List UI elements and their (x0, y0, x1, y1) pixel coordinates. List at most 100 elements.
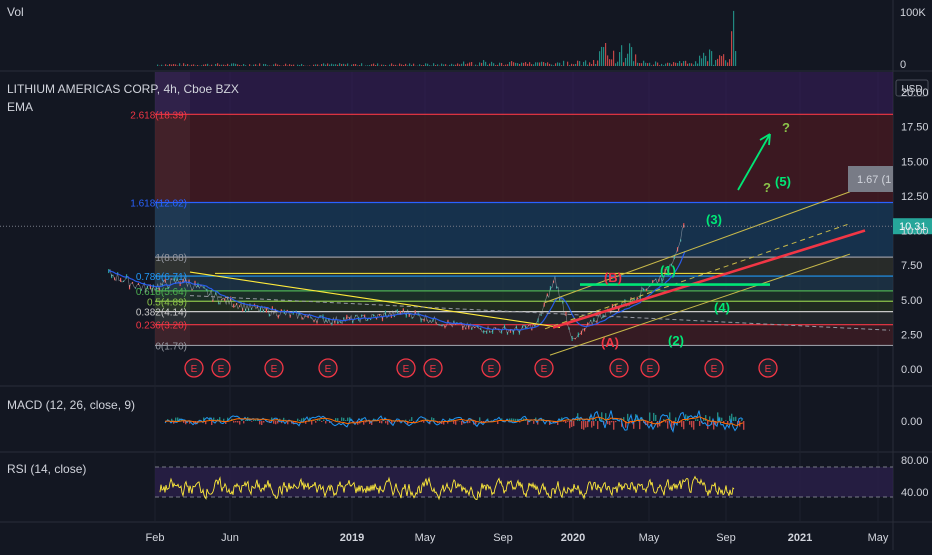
earnings-marker-label: E (765, 364, 772, 375)
time-axis-tick: Sep (716, 532, 736, 544)
earnings-marker-label: E (325, 364, 332, 375)
volume-bar (327, 63, 328, 66)
volume-bar (419, 64, 420, 66)
volume-bar (697, 64, 698, 66)
fib-label: 1.618(12.02) (130, 199, 187, 210)
volume-bar (513, 62, 514, 66)
macd-histogram-bar (261, 421, 262, 425)
macd-histogram-bar (385, 421, 386, 423)
macd-histogram-bar (453, 421, 454, 424)
macd-histogram-bar (569, 421, 570, 428)
volume-bar (367, 65, 368, 66)
macd-histogram-bar (253, 420, 254, 421)
volume-bar (487, 65, 488, 66)
volume-bar (241, 65, 242, 66)
volume-bar (293, 65, 294, 66)
volume-bar (223, 65, 224, 66)
macd-histogram-bar (455, 421, 456, 425)
macd-histogram-bar (315, 421, 316, 423)
ema-indicator-label[interactable]: EMA (7, 100, 33, 114)
fib-zone (155, 312, 893, 325)
macd-histogram-bar (263, 421, 264, 422)
time-axis-tick: 2019 (340, 532, 364, 544)
volume-bar (201, 65, 202, 66)
fib-zone (155, 72, 893, 114)
macd-histogram-bar (657, 421, 658, 427)
volume-bar (553, 65, 554, 66)
volume-bar (191, 65, 192, 66)
volume-bar (437, 64, 438, 66)
volume-bar (457, 63, 458, 66)
volume-bar (529, 62, 530, 66)
earnings-marker-label: E (403, 364, 410, 375)
macd-histogram-bar (601, 412, 602, 421)
macd-label[interactable]: MACD (12, 26, close, 9) (7, 398, 135, 412)
macd-histogram-bar (533, 421, 534, 424)
volume-bar (647, 63, 648, 66)
fib-label: 0.5(4.89) (147, 297, 187, 308)
volume-bar (253, 65, 254, 66)
volume-bar (313, 65, 314, 66)
volume-bar (527, 64, 528, 66)
volume-bar (723, 54, 724, 66)
volume-bar (519, 64, 520, 66)
volume-bar (265, 64, 266, 66)
macd-histogram-bar (693, 421, 694, 430)
volume-bar (405, 64, 406, 66)
volume-bar (291, 65, 292, 66)
volume-bar (331, 64, 332, 66)
macd-histogram-bar (699, 421, 700, 426)
volume-bar (353, 64, 354, 66)
volume-bar (391, 63, 392, 66)
volume-bar (279, 65, 280, 66)
volume-bar (207, 64, 208, 66)
volume-bar (275, 64, 276, 66)
volume-bar (653, 65, 654, 66)
volume-bar (393, 65, 394, 66)
price-axis-tick: 5.00 (901, 295, 922, 307)
volume-bar (401, 64, 402, 66)
macd-histogram-bar (689, 421, 690, 425)
volume-bar (667, 63, 668, 66)
volume-bar (571, 64, 572, 66)
volume-bar (665, 64, 666, 66)
macd-histogram-bar (411, 417, 412, 421)
volume-bar (297, 65, 298, 66)
volume-bar (373, 64, 374, 66)
volume-bar (629, 43, 630, 66)
macd-histogram-bar (513, 419, 514, 421)
volume-bar (561, 65, 562, 66)
macd-histogram-bar (609, 421, 610, 425)
rsi-label[interactable]: RSI (14, close) (7, 462, 86, 476)
volume-bar (335, 64, 336, 66)
macd-histogram-bar (423, 421, 424, 423)
volume-bar (603, 47, 604, 66)
macd-histogram-bar (729, 416, 730, 421)
volume-bar (425, 63, 426, 66)
volume-bar (407, 65, 408, 66)
time-axis-tick: Feb (146, 532, 165, 544)
volume-bar (233, 63, 234, 66)
volume-bar (635, 54, 636, 66)
volume-bar (359, 65, 360, 66)
volume-bar (259, 63, 260, 66)
volume-bar (219, 65, 220, 66)
volume-bar (677, 63, 678, 66)
volume-bar (563, 61, 564, 66)
macd-histogram-bar (655, 415, 656, 421)
volume-bar (597, 60, 598, 66)
volume-bar (617, 62, 618, 66)
macd-histogram-bar (727, 421, 728, 424)
macd-histogram-bar (721, 418, 722, 421)
wave-label: (A) (601, 335, 619, 350)
wave-label: (5) (775, 174, 791, 189)
macd-histogram-bar (733, 417, 734, 421)
macd-histogram-bar (567, 421, 568, 422)
volume-bar (343, 64, 344, 66)
earnings-marker-label: E (647, 364, 654, 375)
volume-bar (483, 60, 484, 66)
volume-bar (477, 65, 478, 66)
earnings-marker-label: E (488, 364, 495, 375)
volume-bar (357, 65, 358, 66)
macd-histogram-bar (573, 421, 574, 426)
